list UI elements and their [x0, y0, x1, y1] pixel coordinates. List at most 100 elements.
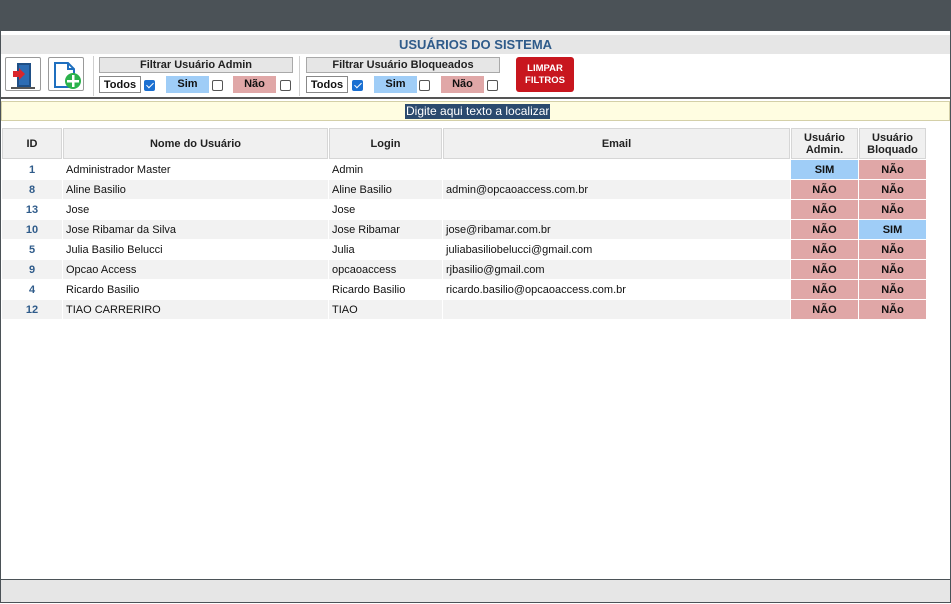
filter-blocked-nao[interactable]: Não — [441, 76, 484, 93]
cell-name: Jose Ribamar da Silva — [63, 220, 328, 239]
cell-name: Aline Basilio — [63, 180, 328, 199]
exit-door-icon — [11, 63, 35, 89]
cell-id: 9 — [2, 260, 62, 279]
cell-id: 8 — [2, 180, 62, 199]
cell-name: Jose — [63, 200, 328, 219]
filter-admin-label: Filtrar Usuário Admin — [99, 57, 293, 73]
cell-admin-flag: NÃO — [791, 200, 858, 219]
cell-admin-flag: SIM — [791, 160, 858, 179]
table-row[interactable]: 13 Jose Jose NÃO NÃo — [2, 200, 926, 219]
table-row[interactable]: 12 TIAO CARRERIRO TIAO NÃO NÃo — [2, 300, 926, 319]
cell-blocked-flag: NÃo — [859, 300, 926, 319]
cell-email — [443, 200, 790, 219]
status-bar — [1, 579, 950, 602]
toolbar-divider — [1, 97, 950, 99]
main-frame: USUÁRIOS DO SISTEMA Filtrar Usuário Admi… — [0, 31, 951, 603]
cell-name: Administrador Master — [63, 160, 328, 179]
cell-name: Ricardo Basilio — [63, 280, 328, 299]
table-row[interactable]: 1 Administrador Master Admin SIM NÃo — [2, 160, 926, 179]
cell-blocked-flag: NÃo — [859, 160, 926, 179]
cell-id: 12 — [2, 300, 62, 319]
table-header-row: ID Nome do Usuário Login Email Usuário A… — [2, 128, 926, 159]
filter-admin-todos-checkbox[interactable] — [144, 80, 155, 91]
cell-login: Julia — [329, 240, 442, 259]
filter-blocked-sim[interactable]: Sim — [374, 76, 417, 93]
filter-admin-todos[interactable]: Todos — [99, 76, 141, 93]
column-header-name[interactable]: Nome do Usuário — [63, 128, 328, 159]
cell-admin-flag: NÃO — [791, 300, 858, 319]
column-header-blocked[interactable]: Usuário Bloquado — [859, 128, 926, 159]
cell-id: 4 — [2, 280, 62, 299]
cell-admin-flag: NÃO — [791, 180, 858, 199]
cell-email: rjbasilio@gmail.com — [443, 260, 790, 279]
filter-admin-sim-checkbox[interactable] — [212, 80, 223, 91]
cell-login: Jose — [329, 200, 442, 219]
cell-name: Julia Basilio Belucci — [63, 240, 328, 259]
search-bar — [1, 101, 950, 121]
filter-blocked-todos-checkbox[interactable] — [352, 80, 363, 91]
table-row[interactable]: 5 Julia Basilio Belucci Julia juliabasiliob… — [2, 240, 926, 259]
clear-filters-label-line2: FILTROS — [525, 74, 565, 86]
exit-button[interactable] — [5, 57, 41, 91]
cell-admin-flag: NÃO — [791, 280, 858, 299]
window-titlebar — [0, 0, 951, 31]
cell-login: TIAO — [329, 300, 442, 319]
cell-login: Jose Ribamar — [329, 220, 442, 239]
column-header-email[interactable]: Email — [443, 128, 790, 159]
filter-blocked-sim-checkbox[interactable] — [419, 80, 430, 91]
cell-name: Opcao Access — [63, 260, 328, 279]
cell-email: ricardo.basilio@opcaoaccess.com.br — [443, 280, 790, 299]
cell-id: 10 — [2, 220, 62, 239]
filter-admin-nao-checkbox[interactable] — [280, 80, 291, 91]
clear-filters-label-line1: LIMPAR — [527, 62, 563, 74]
cell-admin-flag: NÃO — [791, 260, 858, 279]
filter-admin-sim[interactable]: Sim — [166, 76, 209, 93]
filter-blocked-nao-checkbox[interactable] — [487, 80, 498, 91]
filter-blocked-label: Filtrar Usuário Bloqueados — [306, 57, 500, 73]
cell-login: Ricardo Basilio — [329, 280, 442, 299]
filter-admin-nao[interactable]: Não — [233, 76, 276, 93]
cell-email: jose@ribamar.com.br — [443, 220, 790, 239]
column-header-login[interactable]: Login — [329, 128, 442, 159]
new-document-plus-icon — [54, 62, 81, 89]
cell-login: Aline Basilio — [329, 180, 442, 199]
table-row[interactable]: 9 Opcao Access opcaoaccess rjbasilio@gmail.… — [2, 260, 926, 279]
column-header-blocked-line2: Bloquado — [867, 143, 918, 156]
cell-email: admin@opcaoaccess.com.br — [443, 180, 790, 199]
table-row[interactable]: 8 Aline Basilio Aline Basilio admin@opcaoac… — [2, 180, 926, 199]
cell-blocked-flag: NÃo — [859, 260, 926, 279]
cell-admin-flag: NÃO — [791, 240, 858, 259]
cell-blocked-flag: NÃo — [859, 240, 926, 259]
cell-blocked-flag: NÃo — [859, 280, 926, 299]
toolbar: Filtrar Usuário Admin Todos Sim Não Filt… — [1, 54, 950, 97]
column-header-id[interactable]: ID — [2, 128, 62, 159]
column-header-admin-line2: Admin. — [805, 143, 844, 156]
cell-id: 5 — [2, 240, 62, 259]
users-table: ID Nome do Usuário Login Email Usuário A… — [1, 127, 927, 320]
cell-email — [443, 300, 790, 319]
table-row[interactable]: 4 Ricardo Basilio Ricardo Basilio ricardo.b… — [2, 280, 926, 299]
cell-blocked-flag: SIM — [859, 220, 926, 239]
column-header-admin-line1: Usuário — [804, 131, 845, 144]
cell-id: 1 — [2, 160, 62, 179]
search-input[interactable] — [405, 104, 550, 119]
cell-email: juliabasiliobelucci@gmail.com — [443, 240, 790, 259]
toolbar-separator — [93, 56, 94, 96]
table-body: 1 Administrador Master Admin SIM NÃo 8 Aline B… — [2, 160, 926, 319]
page-title: USUÁRIOS DO SISTEMA — [1, 35, 950, 54]
cell-blocked-flag: NÃo — [859, 200, 926, 219]
filter-blocked-todos[interactable]: Todos — [306, 76, 348, 93]
toolbar-separator — [299, 56, 300, 96]
cell-blocked-flag: NÃo — [859, 180, 926, 199]
cell-name: TIAO CARRERIRO — [63, 300, 328, 319]
cell-admin-flag: NÃO — [791, 220, 858, 239]
column-header-blocked-line1: Usuário — [872, 131, 913, 144]
cell-email — [443, 160, 790, 179]
cell-id: 13 — [2, 200, 62, 219]
table-row[interactable]: 10 Jose Ribamar da Silva Jose Ribamar jose@… — [2, 220, 926, 239]
new-user-button[interactable] — [48, 57, 84, 91]
clear-filters-button[interactable]: LIMPAR FILTROS — [516, 57, 574, 92]
cell-login: Admin — [329, 160, 442, 179]
cell-login: opcaoaccess — [329, 260, 442, 279]
column-header-admin[interactable]: Usuário Admin. — [791, 128, 858, 159]
